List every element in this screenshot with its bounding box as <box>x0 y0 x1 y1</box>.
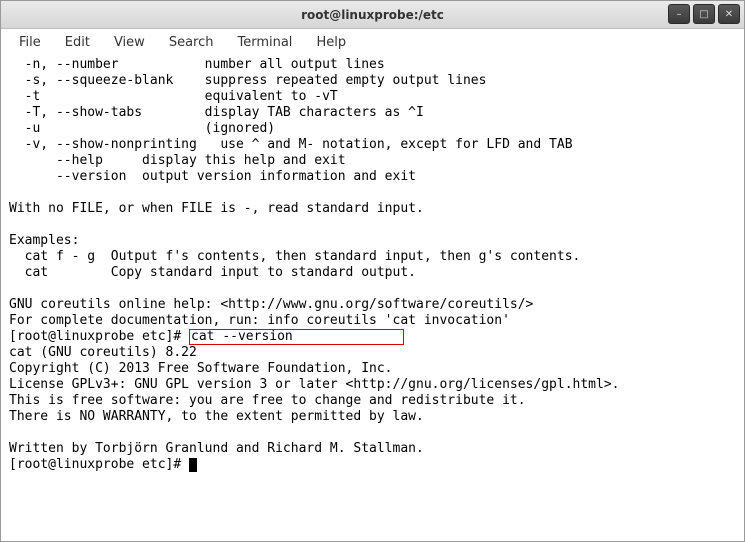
terminal-line: -n, --number number all output lines <box>9 57 385 72</box>
terminal-line: cat f - g Output f's contents, then stan… <box>9 249 580 264</box>
terminal-line: There is NO WARRANTY, to the extent perm… <box>9 409 424 424</box>
minimize-button[interactable]: – <box>668 4 690 24</box>
close-icon: ✕ <box>725 9 733 20</box>
terminal-line: -s, --squeeze-blank suppress repeated em… <box>9 73 486 88</box>
terminal-line: Written by Torbjörn Granlund and Richard… <box>9 441 424 456</box>
minimize-icon: – <box>677 9 682 20</box>
prompt-current: [root@linuxprobe etc]# <box>9 457 189 472</box>
menu-search[interactable]: Search <box>159 33 224 52</box>
terminal-line: GNU coreutils online help: <http://www.g… <box>9 297 533 312</box>
terminal-line: cat Copy standard input to standard outp… <box>9 265 416 280</box>
terminal-line: Copyright (C) 2013 Free Software Foundat… <box>9 361 393 376</box>
highlighted-command: cat --version <box>189 329 404 345</box>
maximize-icon: □ <box>699 9 708 20</box>
menubar: File Edit View Search Terminal Help <box>1 29 744 55</box>
menu-file[interactable]: File <box>9 33 51 52</box>
close-button[interactable]: ✕ <box>718 4 740 24</box>
window-controls: – □ ✕ <box>668 4 740 24</box>
terminal-line: License GPLv3+: GNU GPL version 3 or lat… <box>9 377 619 392</box>
titlebar: root@linuxprobe:/etc – □ ✕ <box>1 1 744 29</box>
terminal-line: -t equivalent to -vT <box>9 89 338 104</box>
maximize-button[interactable]: □ <box>693 4 715 24</box>
menu-view[interactable]: View <box>104 33 155 52</box>
command-text: cat --version <box>191 329 293 344</box>
terminal-line: --version output version information and… <box>9 169 416 184</box>
menu-help[interactable]: Help <box>306 33 356 52</box>
terminal-line: -v, --show-nonprinting use ^ and M- nota… <box>9 137 573 152</box>
terminal-line: -T, --show-tabs display TAB characters a… <box>9 105 424 120</box>
terminal-window: root@linuxprobe:/etc – □ ✕ File Edit Vie… <box>0 0 745 542</box>
menu-edit[interactable]: Edit <box>55 33 100 52</box>
terminal-line: This is free software: you are free to c… <box>9 393 526 408</box>
terminal-line: cat (GNU coreutils) 8.22 <box>9 345 197 360</box>
cursor-icon <box>189 458 197 472</box>
terminal-line: With no FILE, or when FILE is -, read st… <box>9 201 424 216</box>
terminal-line: Examples: <box>9 233 79 248</box>
menu-terminal[interactable]: Terminal <box>227 33 302 52</box>
prompt-prefix: [root@linuxprobe etc]# <box>9 329 189 344</box>
terminal-area[interactable]: -n, --number number all output lines -s,… <box>1 55 744 541</box>
terminal-line: --help display this help and exit <box>9 153 346 168</box>
window-title: root@linuxprobe:/etc <box>301 8 444 22</box>
terminal-line: For complete documentation, run: info co… <box>9 313 510 328</box>
terminal-line: -u (ignored) <box>9 121 275 136</box>
